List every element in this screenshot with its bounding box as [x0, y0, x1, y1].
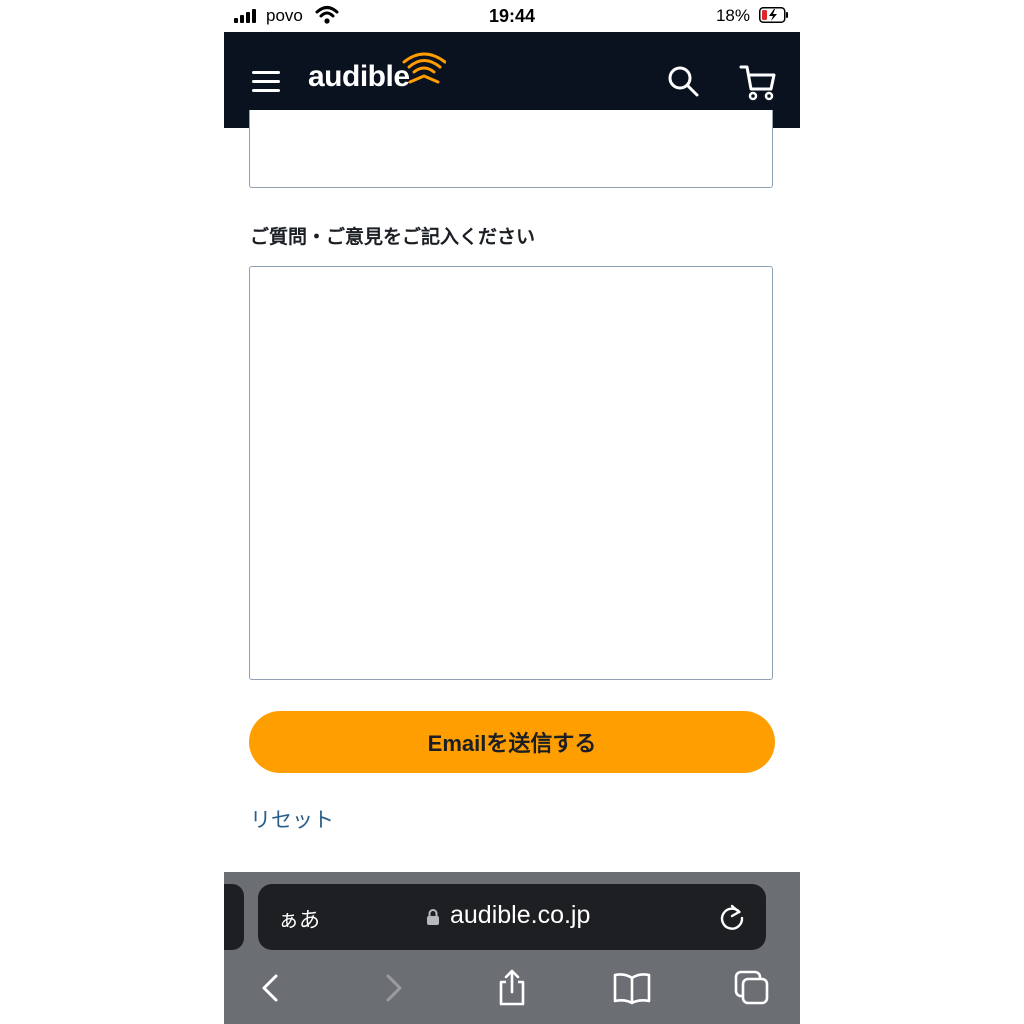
cart-icon[interactable] [738, 62, 778, 102]
reload-icon[interactable] [718, 903, 746, 931]
battery-icon [759, 7, 788, 23]
lock-icon [427, 909, 439, 925]
previous-tab-pill[interactable] [224, 884, 244, 950]
address-bar[interactable]: ぁあ audible.co.jp [258, 884, 766, 950]
share-icon[interactable] [492, 968, 532, 1008]
menu-icon[interactable] [252, 69, 282, 93]
audible-signal-icon [402, 52, 446, 84]
send-email-button[interactable]: Emailを送信する [249, 711, 775, 773]
logo-text: audible [308, 60, 410, 93]
message-textarea[interactable] [249, 266, 773, 680]
message-label: ご質問・ご意見をご記入ください [250, 227, 536, 248]
previous-input-field[interactable] [249, 110, 773, 188]
forward-icon[interactable] [372, 968, 412, 1008]
browser-toolbar: ぁあ audible.co.jp [224, 872, 800, 1024]
search-icon[interactable] [666, 64, 700, 98]
reset-link[interactable]: リセット [250, 804, 334, 834]
url-text: audible.co.jp [450, 901, 591, 929]
back-icon[interactable] [252, 968, 292, 1008]
status-bar: povo 19:44 18% [224, 0, 800, 32]
phone-screen: povo 19:44 18% audible ご質問・ご意見をご記入ください E… [224, 0, 800, 1024]
clock: 19:44 [488, 6, 536, 26]
bookmarks-icon[interactable] [612, 968, 652, 1008]
audible-logo[interactable]: audible [308, 52, 448, 102]
text-size-button[interactable]: ぁあ [278, 904, 320, 934]
battery-percent: 18% [715, 6, 750, 25]
tabs-icon[interactable] [732, 968, 772, 1008]
